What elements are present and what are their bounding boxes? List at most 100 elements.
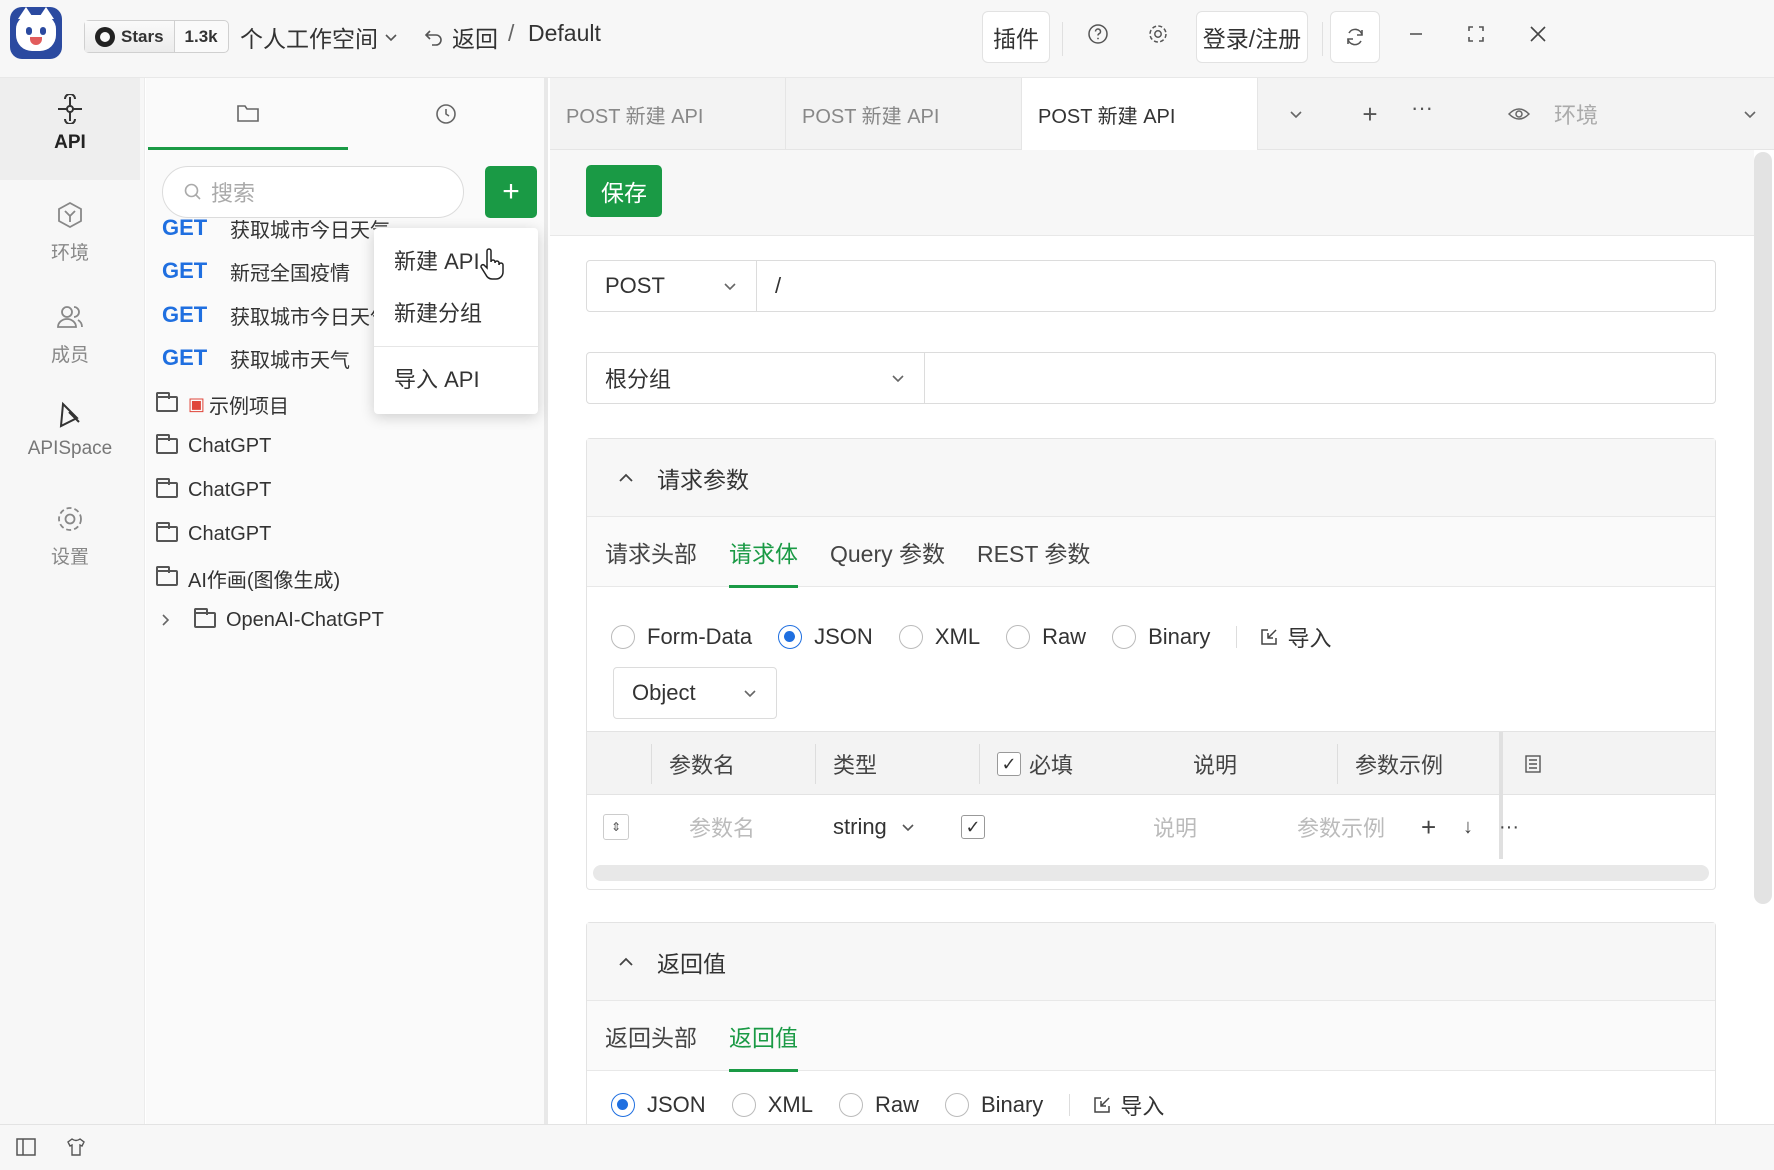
request-params-header[interactable]: 请求参数: [587, 439, 1715, 517]
radio-raw[interactable]: [1006, 625, 1031, 649]
horizontal-scrollbar[interactable]: [593, 865, 1709, 881]
method-select[interactable]: POST: [587, 261, 757, 311]
response-header[interactable]: 返回值: [587, 923, 1715, 1001]
folder-item[interactable]: ▣ 示例项目: [156, 384, 289, 424]
settings-button[interactable]: [1132, 8, 1184, 60]
folder-item[interactable]: OpenAI-ChatGPT: [158, 600, 384, 640]
add-child-button[interactable]: ↓: [1463, 795, 1473, 859]
tab-list-button[interactable]: [1270, 88, 1322, 140]
required-all-checkbox[interactable]: ✓: [997, 752, 1021, 776]
folder-item[interactable]: ChatGPT: [156, 426, 271, 466]
toggle-sidebar-button[interactable]: [0, 1121, 52, 1170]
tab-label: POST 新建 API: [566, 105, 704, 128]
api-tab-bar: POST 新建 API POST 新建 API POST 新建 API + ··…: [550, 78, 1774, 150]
api-item[interactable]: GET 获取城市天气: [162, 338, 350, 378]
tab-query-params[interactable]: Query 参数: [830, 517, 945, 587]
row-more-button[interactable]: ···: [1499, 795, 1519, 859]
check-icon: ✓: [961, 815, 985, 839]
body-type-radios: Form-Data JSON XML Raw Binary 导入: [611, 617, 1331, 657]
radio-json[interactable]: [611, 1093, 635, 1117]
tab-response-headers[interactable]: 返回头部: [605, 1001, 697, 1071]
url-input[interactable]: /: [757, 261, 1715, 311]
login-button[interactable]: 登录/注册: [1196, 11, 1308, 63]
nav-item-members[interactable]: 成员: [0, 302, 140, 367]
chevron-up-icon[interactable]: [617, 469, 635, 487]
menu-item-new-api[interactable]: 新建 API: [374, 234, 538, 286]
github-stars-button[interactable]: Stars 1.3k: [84, 20, 229, 53]
chevron-up-icon[interactable]: [617, 953, 635, 971]
nav-label: 设置: [50, 547, 89, 568]
nav-item-environment[interactable]: 环境: [0, 200, 140, 265]
api-item[interactable]: GET 获取城市今日天气: [162, 208, 390, 248]
api-tab[interactable]: POST 新建 API: [786, 78, 1022, 150]
tab-label: 返回值: [729, 1024, 798, 1051]
menu-item-new-group[interactable]: 新建分组: [374, 286, 538, 338]
tab-rest-params[interactable]: REST 参数: [977, 517, 1090, 587]
tab-request-body[interactable]: 请求体: [729, 517, 798, 588]
radio-raw[interactable]: [838, 1093, 863, 1117]
help-button[interactable]: [1072, 8, 1124, 60]
tab-label: Query 参数: [830, 540, 946, 567]
api-tab-active[interactable]: POST 新建 API: [1022, 78, 1258, 150]
maximize-button[interactable]: [1450, 8, 1502, 60]
section-title: 返回值: [657, 950, 726, 977]
refresh-button[interactable]: [1330, 11, 1380, 63]
tab-response-body[interactable]: 返回值: [729, 1001, 798, 1072]
api-item[interactable]: GET 获取城市今日天气: [162, 295, 390, 335]
import-button[interactable]: 导入: [1092, 1089, 1164, 1121]
back-button[interactable]: 返回: [424, 20, 498, 54]
chevron-down-icon: [892, 375, 904, 383]
workspace-selector[interactable]: 个人工作空间: [240, 20, 398, 54]
status-bar: [0, 1124, 1774, 1170]
nav-item-apispace[interactable]: APISpace: [0, 400, 140, 460]
param-type-select[interactable]: string: [833, 795, 915, 859]
radio-label: XML: [767, 1092, 813, 1117]
menu-item-import-api[interactable]: 导入 API: [374, 352, 538, 404]
folder-item[interactable]: ChatGPT: [156, 514, 271, 554]
environment-selector[interactable]: 环境: [1480, 78, 1774, 150]
api-tab[interactable]: POST 新建 API: [550, 78, 786, 150]
radio-xml[interactable]: [731, 1093, 756, 1117]
folder-item[interactable]: AI作画(图像生成): [156, 558, 340, 598]
more-tabs-button[interactable]: ···: [1396, 82, 1448, 134]
minimize-button[interactable]: [1390, 8, 1442, 60]
close-button[interactable]: [1512, 8, 1564, 60]
required-checkbox[interactable]: ✓: [961, 795, 985, 859]
chevron-right-icon[interactable]: [158, 613, 172, 627]
radio-binary[interactable]: [944, 1093, 969, 1117]
table-settings-button[interactable]: [1523, 732, 1543, 796]
group-value: 根分组: [605, 367, 672, 392]
folder-item[interactable]: ChatGPT: [156, 470, 271, 510]
radio-form-data[interactable]: [611, 625, 635, 649]
api-name-input[interactable]: [925, 353, 1715, 403]
eye-icon[interactable]: [1508, 106, 1530, 122]
nav-item-settings[interactable]: 设置: [0, 504, 140, 569]
nav-label: 成员: [50, 345, 89, 366]
root-type-select[interactable]: Object: [613, 667, 777, 719]
param-name-input[interactable]: 参数名: [689, 795, 755, 859]
radio-xml[interactable]: [898, 625, 923, 649]
nav-item-api[interactable]: API: [0, 78, 140, 180]
save-button[interactable]: 保存: [586, 165, 662, 217]
method-badge: GET: [162, 302, 208, 327]
plugin-button[interactable]: 插件: [982, 11, 1050, 63]
tab-request-headers[interactable]: 请求头部: [605, 517, 697, 587]
api-item[interactable]: GET 新冠全国疫情: [162, 251, 350, 291]
example-input[interactable]: 参数示例: [1297, 795, 1385, 859]
group-select[interactable]: 根分组: [587, 353, 925, 403]
add-button[interactable]: +: [485, 166, 537, 218]
add-row-button[interactable]: +: [1421, 795, 1436, 859]
new-tab-button[interactable]: +: [1344, 88, 1396, 140]
import-button[interactable]: 导入: [1259, 621, 1331, 653]
folder-icon: [156, 392, 178, 412]
description-input[interactable]: 说明: [1153, 795, 1197, 859]
radio-binary[interactable]: [1112, 625, 1137, 649]
tab-api-tree[interactable]: [148, 78, 348, 150]
vertical-scrollbar[interactable]: [1754, 152, 1772, 904]
theme-button[interactable]: [50, 1121, 102, 1170]
sticky-divider: [1499, 732, 1503, 796]
radio-json[interactable]: [778, 625, 803, 649]
header-label: 类型: [833, 753, 878, 778]
tab-history[interactable]: [346, 78, 546, 150]
drag-handle[interactable]: ⇕: [603, 795, 629, 859]
